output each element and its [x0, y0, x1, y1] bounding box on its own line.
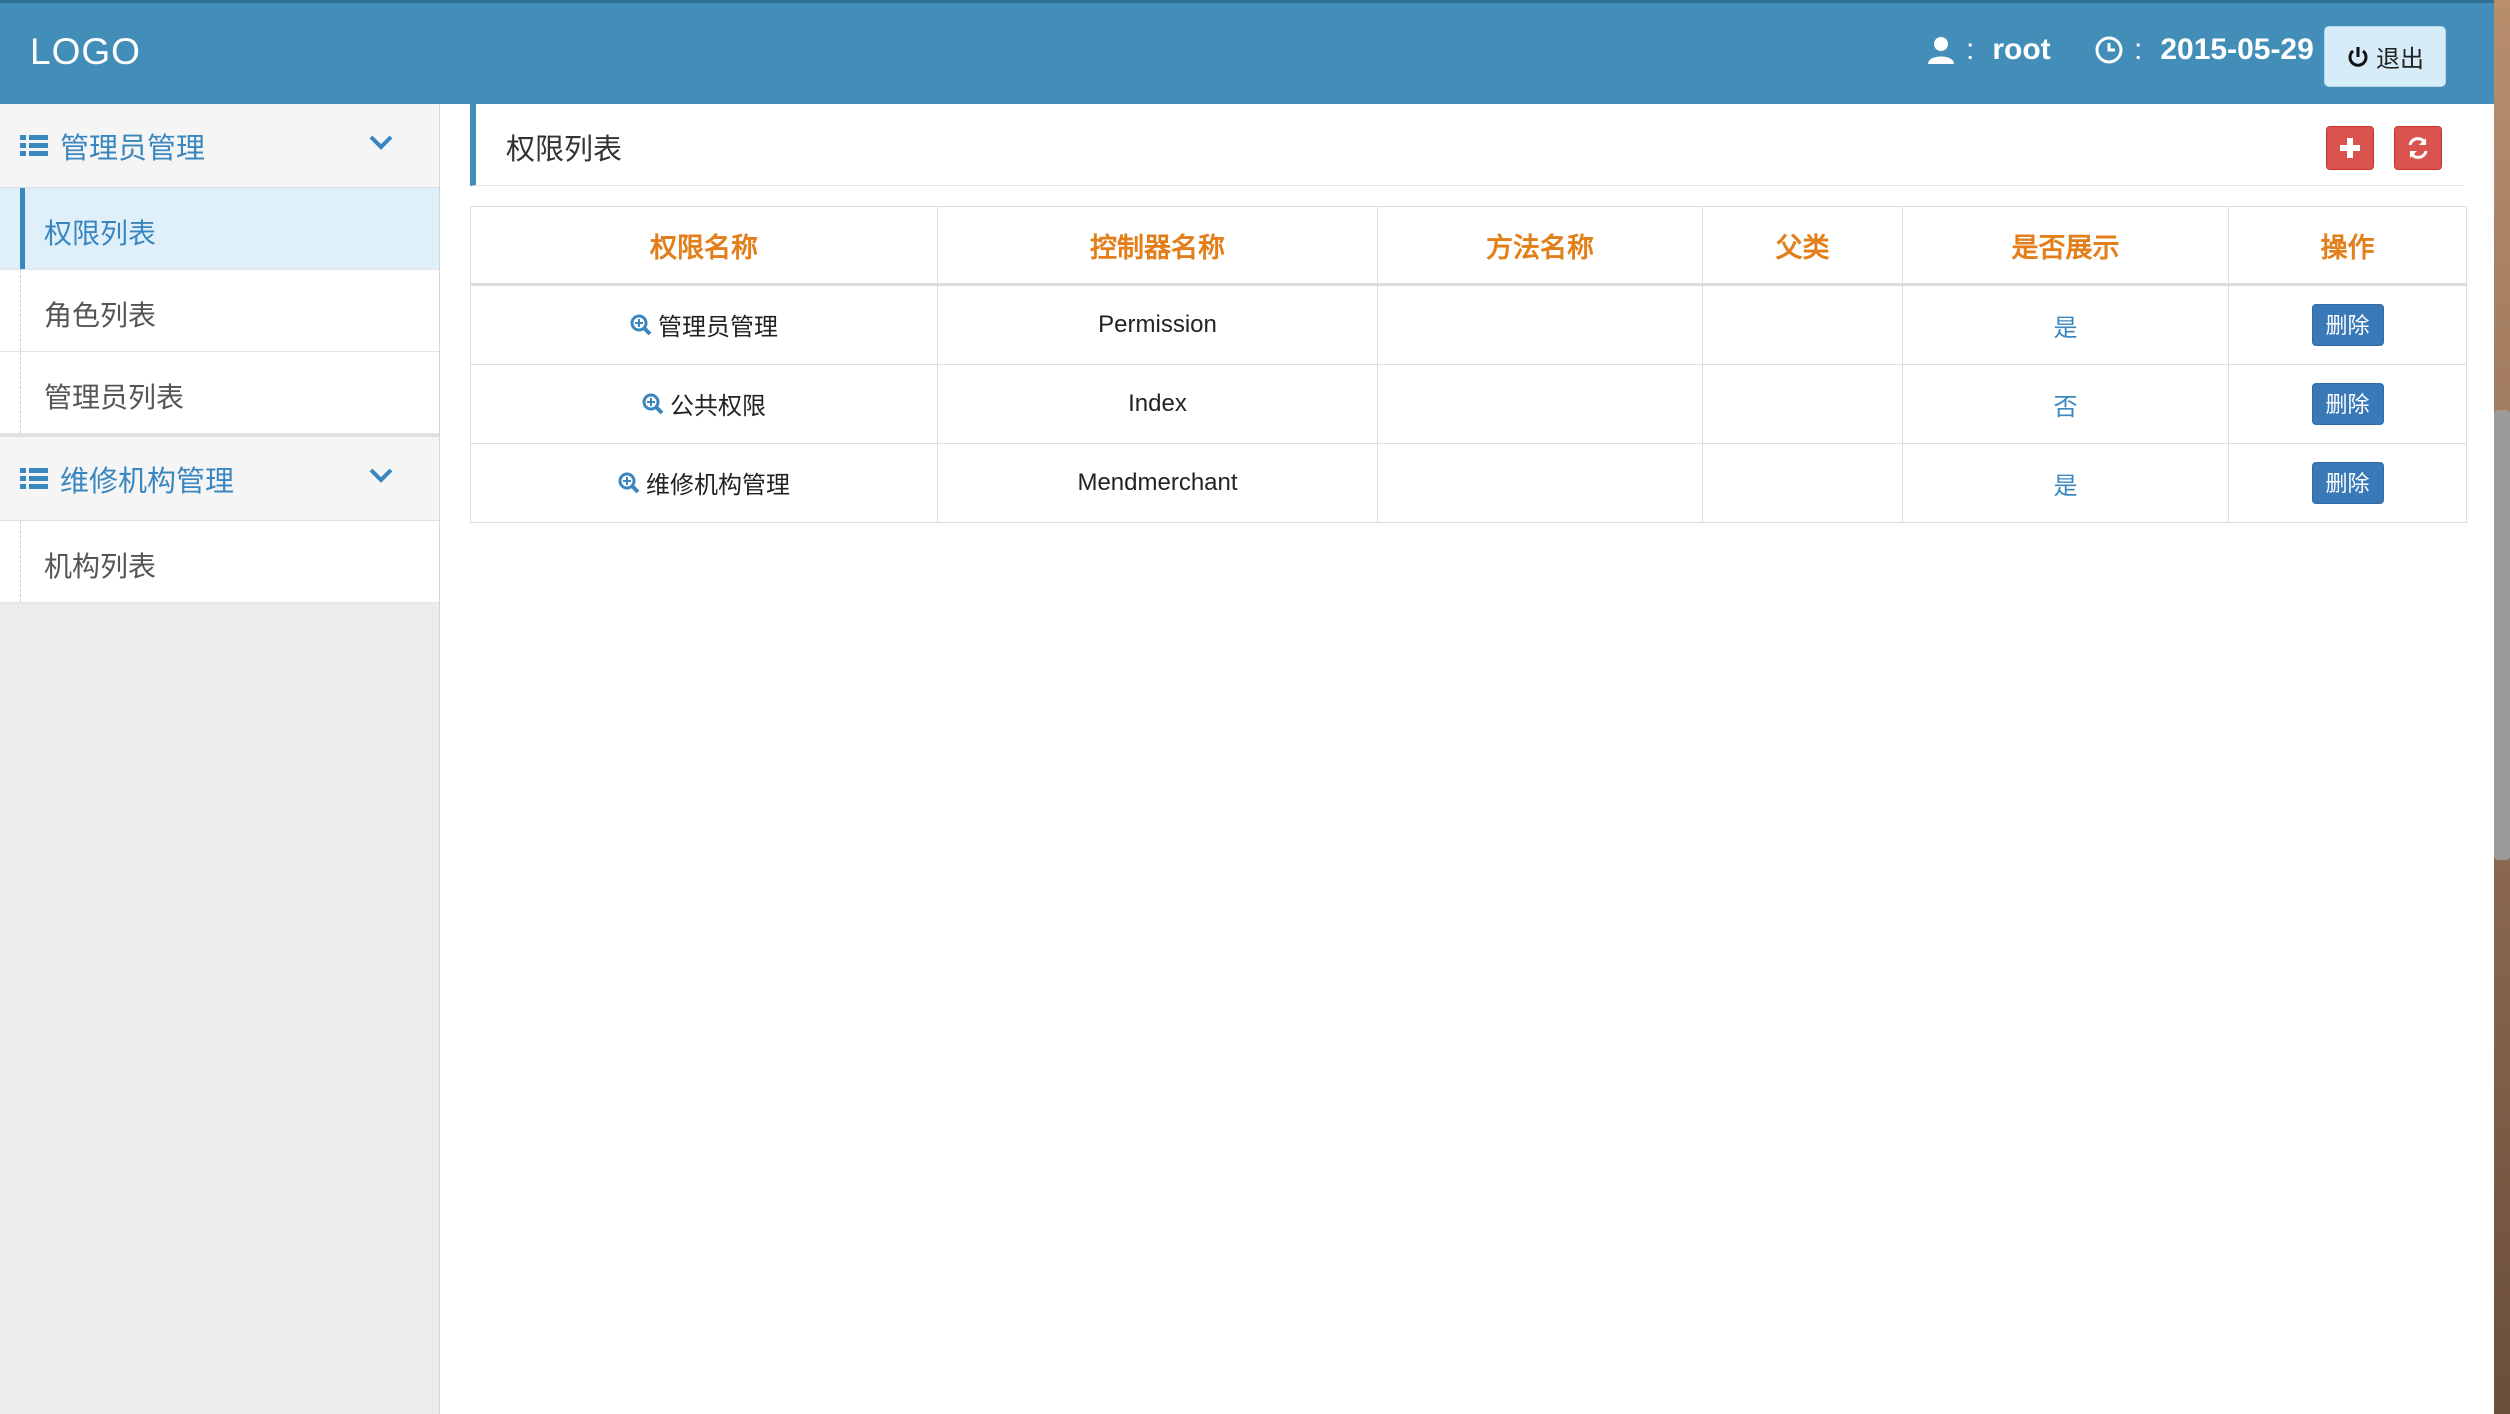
table-row: 维修机构管理 Mendmerchant 是 删除 — [470, 443, 2467, 523]
action-cell: 删除 — [2228, 364, 2467, 444]
show-cell: 否 — [1902, 364, 2229, 444]
sidebar-item-role-list[interactable]: 角色列表 — [0, 270, 439, 352]
chevron-down-icon — [369, 135, 393, 150]
show-cell: 是 — [1902, 443, 2229, 523]
delete-button[interactable]: 删除 — [2311, 304, 2384, 346]
table-header-row: 权限名称 控制器名称 方法名称 父类 是否展示 操作 — [470, 206, 2467, 286]
column-header: 操作 — [2228, 206, 2467, 286]
page-header: 权限列表 — [470, 104, 2464, 186]
column-header: 权限名称 — [470, 206, 938, 286]
controller-cell: Index — [937, 364, 1378, 444]
refresh-icon — [2408, 137, 2428, 159]
permission-name: 公共权限 — [670, 393, 766, 421]
action-cell: 删除 — [2228, 443, 2467, 523]
table-row: 公共权限 Index 否 删除 — [470, 364, 2467, 444]
menu-group-label: 维修机构管理 — [60, 465, 235, 498]
column-header: 方法名称 — [1377, 206, 1703, 286]
scrollbar[interactable] — [2494, 410, 2510, 860]
list-icon — [20, 468, 48, 489]
column-header: 父类 — [1702, 206, 1903, 286]
add-button[interactable] — [2326, 126, 2374, 170]
permission-name-cell[interactable]: 公共权限 — [470, 364, 938, 444]
delete-button[interactable]: 删除 — [2311, 462, 2384, 504]
permission-name-cell[interactable]: 管理员管理 — [470, 284, 938, 365]
sidebar-item-label: 机构列表 — [44, 551, 157, 582]
chevron-down-icon — [369, 468, 393, 483]
page-title: 权限列表 — [506, 134, 623, 166]
logout-label: 退出 — [2376, 46, 2424, 73]
logo: LOGO — [30, 31, 141, 72]
power-icon — [2348, 46, 2368, 67]
sidebar-item-org-list[interactable]: 机构列表 — [0, 521, 439, 603]
menu-group-label: 管理员管理 — [60, 132, 206, 165]
sidebar-item-permission-list[interactable]: 权限列表 — [0, 188, 439, 270]
zoom-in-icon[interactable] — [630, 314, 652, 336]
logout-button[interactable]: 退出 — [2324, 26, 2446, 87]
current-user: : root — [1926, 33, 2051, 67]
refresh-button[interactable] — [2394, 126, 2442, 170]
menu-group-admin[interactable]: 管理员管理 — [0, 104, 439, 188]
plus-icon — [2340, 138, 2360, 158]
username: root — [1992, 33, 2051, 66]
clock-icon — [2095, 36, 2123, 64]
user-icon — [1928, 37, 1954, 64]
permission-name: 管理员管理 — [658, 314, 778, 342]
show-flag: 否 — [2053, 393, 2078, 421]
sidebar-item-label: 权限列表 — [44, 218, 157, 249]
column-header: 控制器名称 — [937, 206, 1378, 286]
parent-cell — [1702, 284, 1903, 365]
method-cell — [1377, 443, 1703, 523]
date-colon: : — [2134, 33, 2143, 66]
sidebar-item-admin-list[interactable]: 管理员列表 — [0, 352, 439, 434]
action-cell: 删除 — [2228, 284, 2467, 365]
permission-name: 维修机构管理 — [646, 472, 790, 500]
method-cell — [1377, 364, 1703, 444]
zoom-in-icon[interactable] — [618, 472, 640, 494]
permission-table: 权限名称 控制器名称 方法名称 父类 是否展示 操作 管理员管理 Permiss… — [470, 206, 2467, 523]
parent-cell — [1702, 443, 1903, 523]
sidebar: 管理员管理 权限列表 角色列表 管理员列表 维修机构管理 机构列表 — [0, 104, 440, 1414]
date-text: 2015-05-29 — [2160, 33, 2314, 66]
show-cell: 是 — [1902, 284, 2229, 365]
show-flag: 是 — [2053, 314, 2078, 342]
sidebar-item-label: 角色列表 — [44, 300, 157, 331]
delete-button[interactable]: 删除 — [2311, 383, 2384, 425]
zoom-in-icon[interactable] — [642, 393, 664, 415]
top-header-bar: LOGO : root : 2015-05-29 退出 — [0, 0, 2494, 104]
parent-cell — [1702, 364, 1903, 444]
method-cell — [1377, 284, 1703, 365]
user-colon: : — [1966, 33, 1975, 66]
current-date: : 2015-05-29 — [2094, 33, 2314, 67]
table-row: 管理员管理 Permission 是 删除 — [470, 284, 2467, 365]
show-flag: 是 — [2053, 472, 2078, 500]
menu-group-repair-org[interactable]: 维修机构管理 — [0, 437, 439, 521]
list-icon — [20, 135, 48, 156]
controller-cell: Permission — [937, 284, 1378, 365]
column-header: 是否展示 — [1902, 206, 2229, 286]
permission-name-cell[interactable]: 维修机构管理 — [470, 443, 938, 523]
sidebar-item-label: 管理员列表 — [44, 382, 185, 413]
controller-cell: Mendmerchant — [937, 443, 1378, 523]
